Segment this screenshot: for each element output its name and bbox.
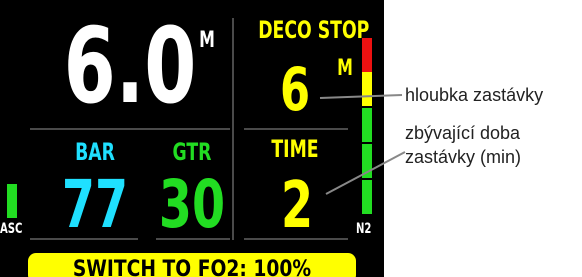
- bar-value: 77: [61, 166, 129, 243]
- ascent-rate-bar: [7, 184, 17, 218]
- panel-divider-vertical: [232, 18, 234, 240]
- n2-bar-tick: [362, 142, 372, 144]
- n2-bar-tick: [362, 106, 372, 108]
- n2-bar-green: [362, 106, 372, 214]
- deco-stop-unit: M: [337, 56, 353, 81]
- current-depth-value: 6.0: [63, 5, 197, 127]
- current-depth-unit: M: [199, 28, 215, 53]
- gtr-label: GTR: [172, 138, 212, 166]
- gtr-value: 30: [158, 166, 226, 243]
- bar-label: BAR: [75, 138, 115, 166]
- n2-label: N2: [356, 221, 372, 237]
- callout-stop-time-line2: zastávky (min): [405, 147, 522, 167]
- bottom-divider-left: [30, 238, 138, 240]
- bottom-divider-mid: [156, 238, 230, 240]
- callout-stop-depth: hloubka zastávky: [405, 85, 544, 105]
- bottom-divider-right: [244, 238, 348, 240]
- n2-bar-yellow: [362, 72, 372, 106]
- depth-divider: [30, 128, 230, 130]
- status-banner-text: SWITCH TO FO2: 100%: [72, 257, 312, 277]
- status-banner: SWITCH TO FO2: 100%: [28, 253, 356, 277]
- deco-stop-time-label: TIME: [271, 135, 319, 163]
- callout-stop-time-line1: zbývající doba: [405, 123, 521, 143]
- dive-computer-screen: 6.0 M DECO STOP M 6 TIME 2 BAR 77 GTR 30…: [0, 0, 384, 277]
- ascent-rate-label: ASC: [0, 221, 23, 237]
- n2-bar-tick: [362, 178, 372, 180]
- n2-bar-red: [362, 38, 372, 72]
- deco-stop-depth-value: 6: [279, 55, 311, 125]
- deco-stop-label: DECO STOP: [258, 16, 370, 44]
- deco-divider: [244, 128, 348, 130]
- deco-stop-time-value: 2: [280, 169, 314, 243]
